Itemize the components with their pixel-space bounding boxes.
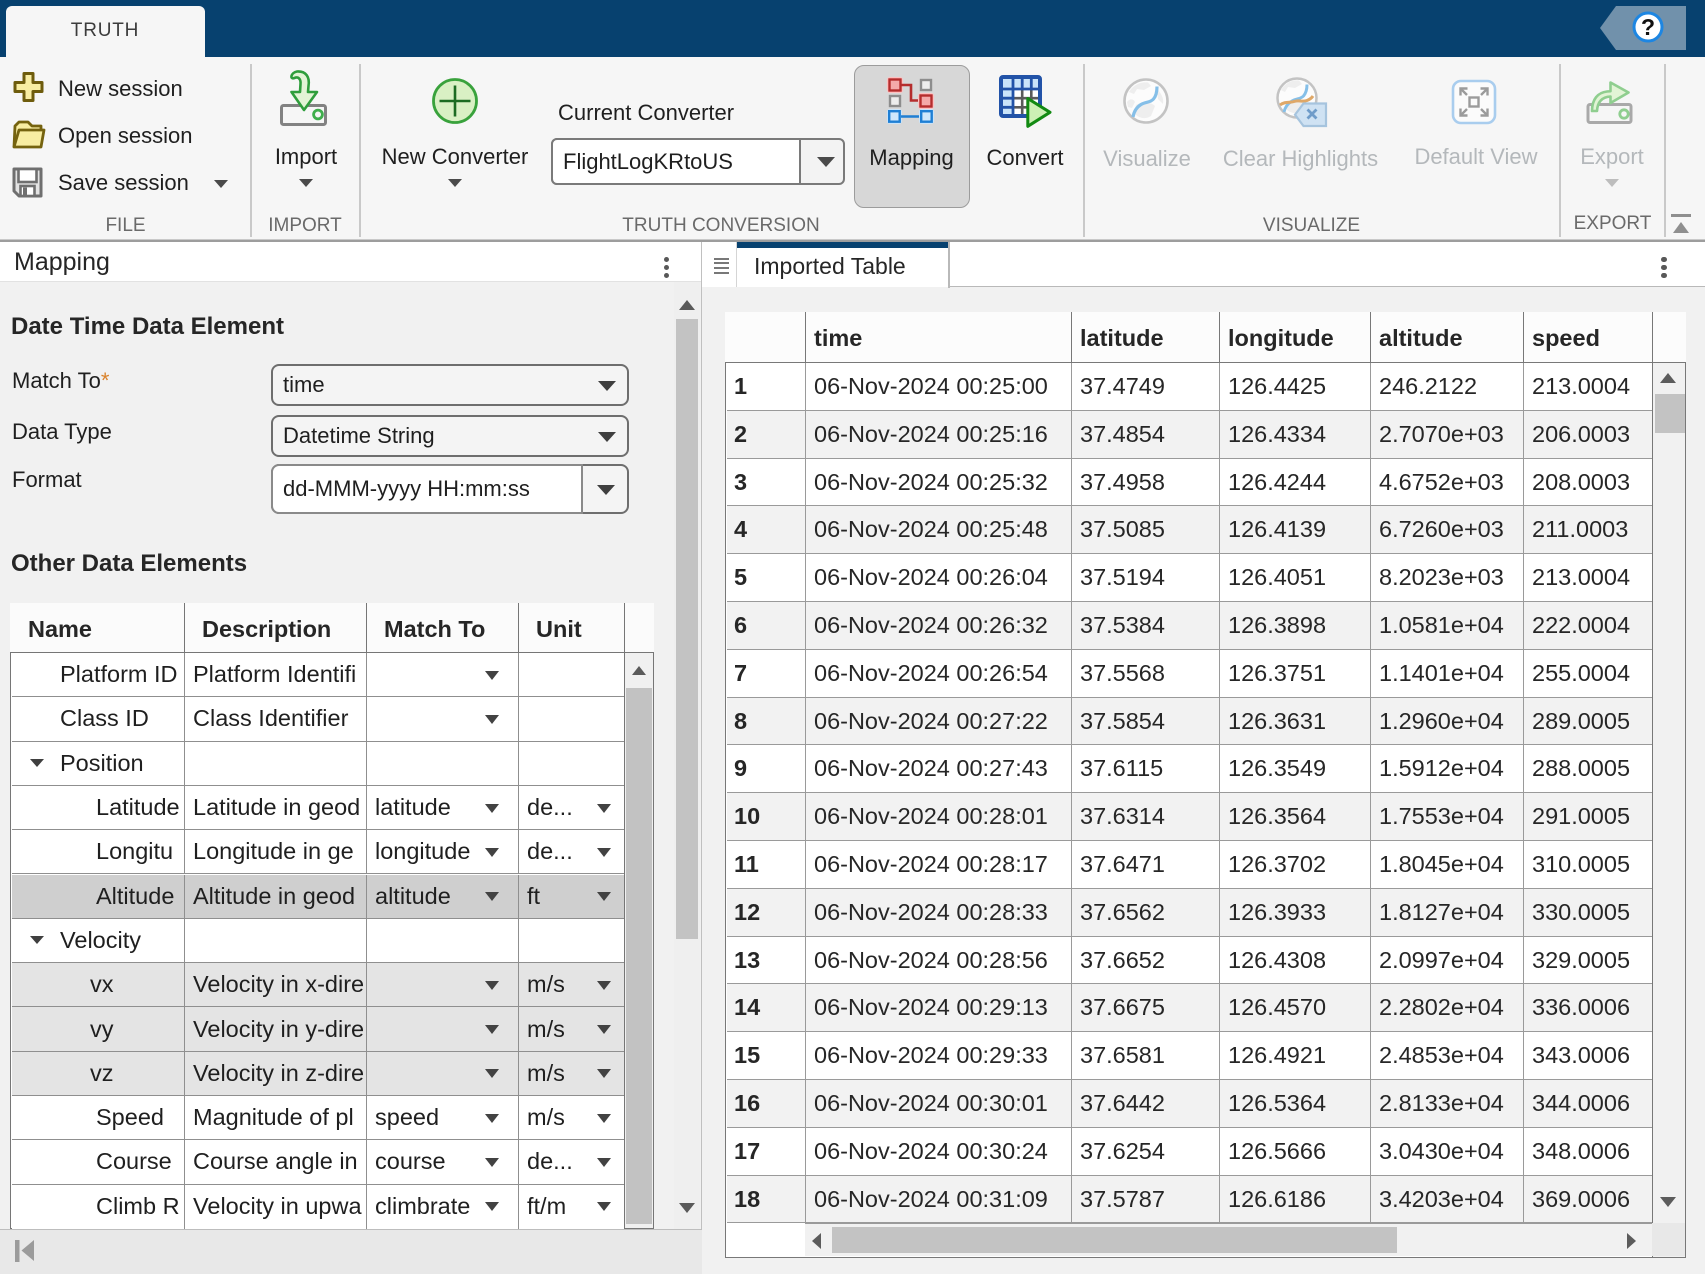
svg-text:?: ? [1641,14,1655,40]
